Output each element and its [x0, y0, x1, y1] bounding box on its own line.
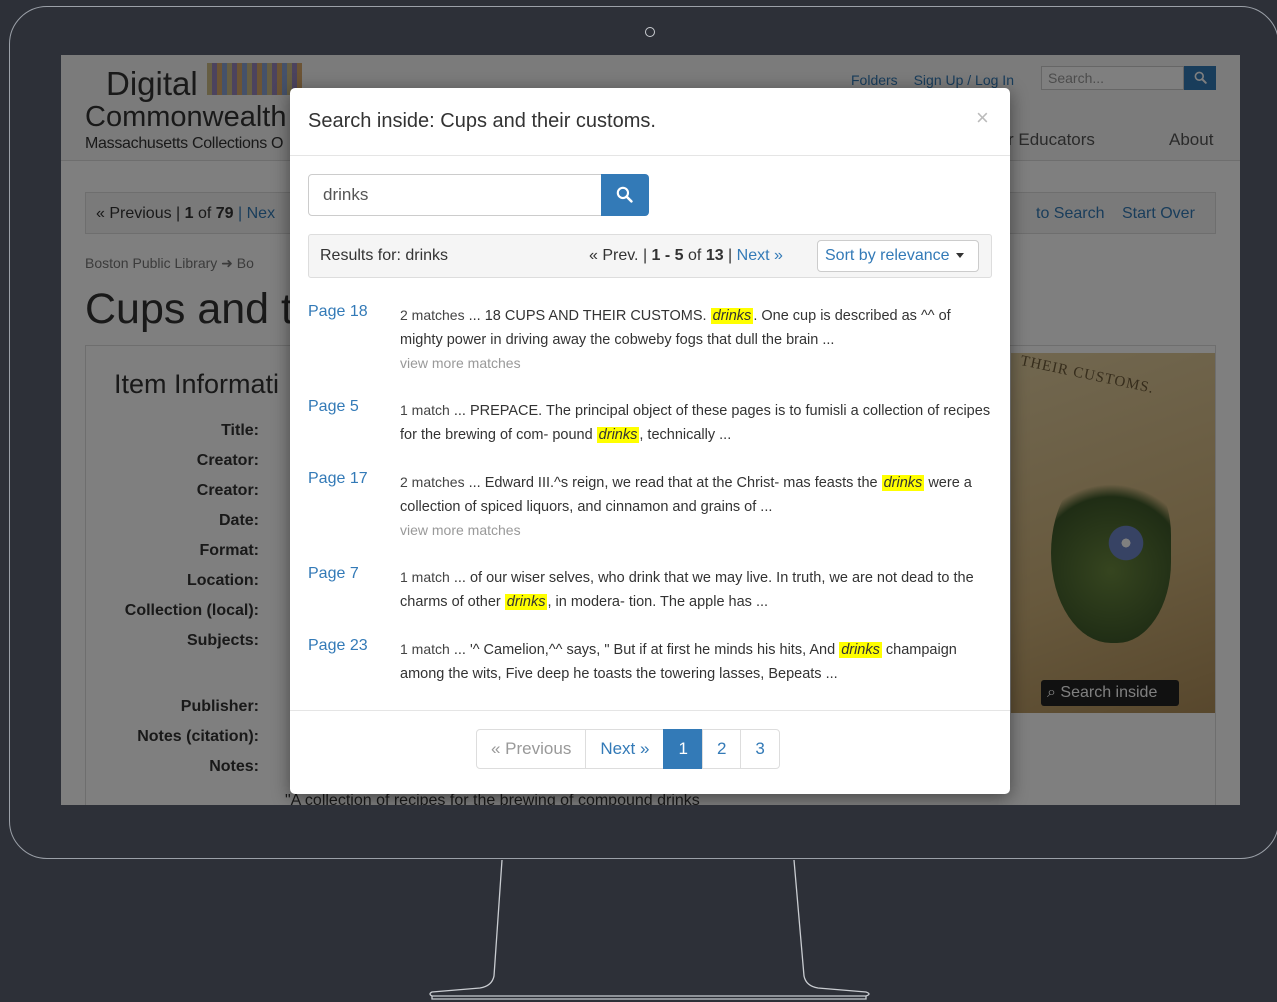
screen: Digital Commonwealth Massachusetts Colle… [61, 55, 1240, 805]
search-inside-input[interactable]: drinks [308, 174, 602, 216]
result-page-link[interactable]: Page 5 [308, 398, 359, 416]
range-end: 5 [674, 247, 684, 264]
highlighted-term: drinks [839, 642, 882, 658]
result-snippet: 2 matches ... 18 CUPS AND THEIR CUSTOMS.… [400, 303, 996, 374]
monitor-stand [429, 859, 870, 1000]
result-page-link[interactable]: Page 17 [308, 470, 368, 488]
highlighted-term: drinks [596, 427, 640, 443]
modal-header: Search inside: Cups and their customs. × [290, 88, 1010, 156]
result-snippet: 1 match ... of our wiser selves, who dri… [400, 565, 996, 614]
results-for-label: Results for: drinks [320, 247, 449, 264]
result-snippet: 2 matches ... Edward III.^s reign, we re… [400, 470, 996, 541]
caret-down-icon [955, 253, 964, 259]
search-icon [616, 186, 633, 203]
snippet-before: ... 18 CUPS AND THEIR CUSTOMS. [464, 308, 711, 324]
pagination-page-2[interactable]: 2 [701, 729, 742, 769]
close-icon[interactable]: × [976, 105, 989, 131]
sort-label: Sort by relevance [825, 247, 950, 264]
search-submit-button[interactable] [601, 174, 649, 216]
view-more-matches-link[interactable]: view more matches [400, 519, 996, 541]
pagination-next[interactable]: Next » [585, 729, 665, 769]
sort-dropdown[interactable]: Sort by relevance [817, 240, 979, 272]
snippet-before: ... '^ Camelion,^^ says, " But if at fir… [449, 642, 840, 658]
match-count: 1 match [400, 641, 450, 657]
match-count: 1 match [400, 402, 450, 418]
result-snippet: 1 match ... PREPACE. The principal objec… [400, 398, 996, 447]
pagination: « Previous Next » 1 2 3 [476, 729, 780, 769]
modal-title: Search inside: Cups and their customs. [308, 110, 656, 132]
pagination-previous: « Previous [476, 729, 587, 769]
view-more-matches-link[interactable]: view more matches [400, 352, 996, 374]
search-inside-modal: Search inside: Cups and their customs. ×… [290, 88, 1010, 794]
match-count: 2 matches [400, 307, 465, 323]
pagination-page-1[interactable]: 1 [663, 729, 703, 769]
of-label: of [683, 247, 706, 264]
results-header-bar: Results for: drinks « Prev. | 1 - 5 of 1… [308, 234, 992, 278]
highlighted-term: drinks [881, 475, 925, 491]
prev-page-label: « Prev. [589, 247, 639, 264]
snippet-after: , technically ... [639, 427, 732, 443]
match-count: 2 matches [400, 474, 465, 490]
highlighted-term: drinks [504, 594, 548, 610]
highlighted-term: drinks [710, 308, 754, 324]
next-page-link[interactable]: Next » [737, 247, 783, 264]
snippet-after: , in modera- tion. The apple has ... [547, 594, 769, 610]
result-page-link[interactable]: Page 18 [308, 303, 368, 321]
result-snippet: 1 match ... '^ Camelion,^^ says, " But i… [400, 637, 996, 686]
pagination-page-3[interactable]: 3 [740, 729, 780, 769]
match-count: 1 match [400, 569, 450, 585]
pager-separator: | [638, 247, 652, 264]
results-pager: « Prev. | 1 - 5 of 13 | Next » [589, 247, 783, 265]
pager-separator: | [723, 247, 737, 264]
range-dash: - [660, 247, 675, 264]
total-results: 13 [705, 247, 724, 264]
snippet-before: ... Edward III.^s reign, we read that at… [464, 475, 882, 491]
camera-icon [645, 27, 655, 37]
result-page-link[interactable]: Page 7 [308, 565, 359, 583]
result-page-link[interactable]: Page 23 [308, 637, 368, 655]
